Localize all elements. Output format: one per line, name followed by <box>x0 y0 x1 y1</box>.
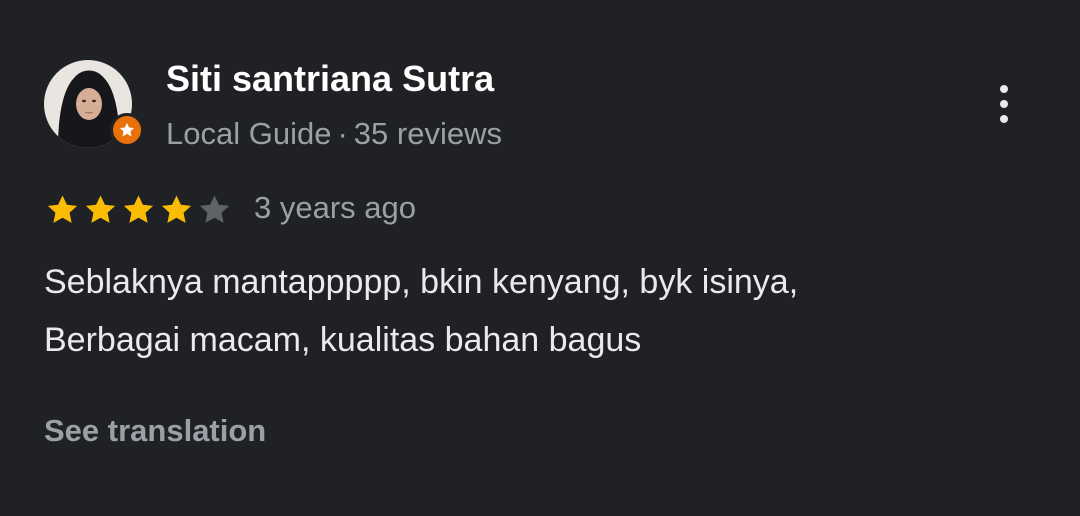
more-options-button[interactable] <box>984 80 1024 128</box>
star-rating <box>44 192 233 228</box>
star-empty-icon <box>199 195 230 223</box>
more-vert-icon-dot <box>1000 100 1008 108</box>
meta-separator: · <box>337 116 348 151</box>
review-card: Siti santriana Sutra Local Guide · 35 revi… <box>0 0 1080 516</box>
reviewer-avatar[interactable] <box>44 60 144 148</box>
more-vert-icon <box>1000 85 1008 93</box>
review-date: 3 years ago <box>254 190 416 225</box>
local-guide-label: Local Guide <box>166 116 332 151</box>
local-guide-badge <box>110 113 144 147</box>
see-translation-link[interactable]: See translation <box>44 412 266 450</box>
reviewer-meta: Local Guide · 35 reviews <box>166 116 502 152</box>
local-guide-star-icon <box>119 122 135 137</box>
star-filled-icon <box>47 195 78 223</box>
reviewer-name[interactable]: Siti santriana Sutra <box>166 58 494 100</box>
more-vert-icon-dot <box>1000 115 1008 123</box>
star-filled-icon <box>161 195 192 223</box>
review-text-line: Seblaknya mantappppp, bkin kenyang, byk … <box>44 263 799 301</box>
review-text-line: Berbagai macam, kualitas bahan bagus <box>44 321 642 359</box>
star-filled-icon <box>123 195 154 223</box>
review-count: 35 reviews <box>353 116 502 151</box>
review-text: Seblaknya mantappppp, bkin kenyang, byk … <box>44 253 1004 369</box>
star-filled-icon <box>85 195 116 223</box>
